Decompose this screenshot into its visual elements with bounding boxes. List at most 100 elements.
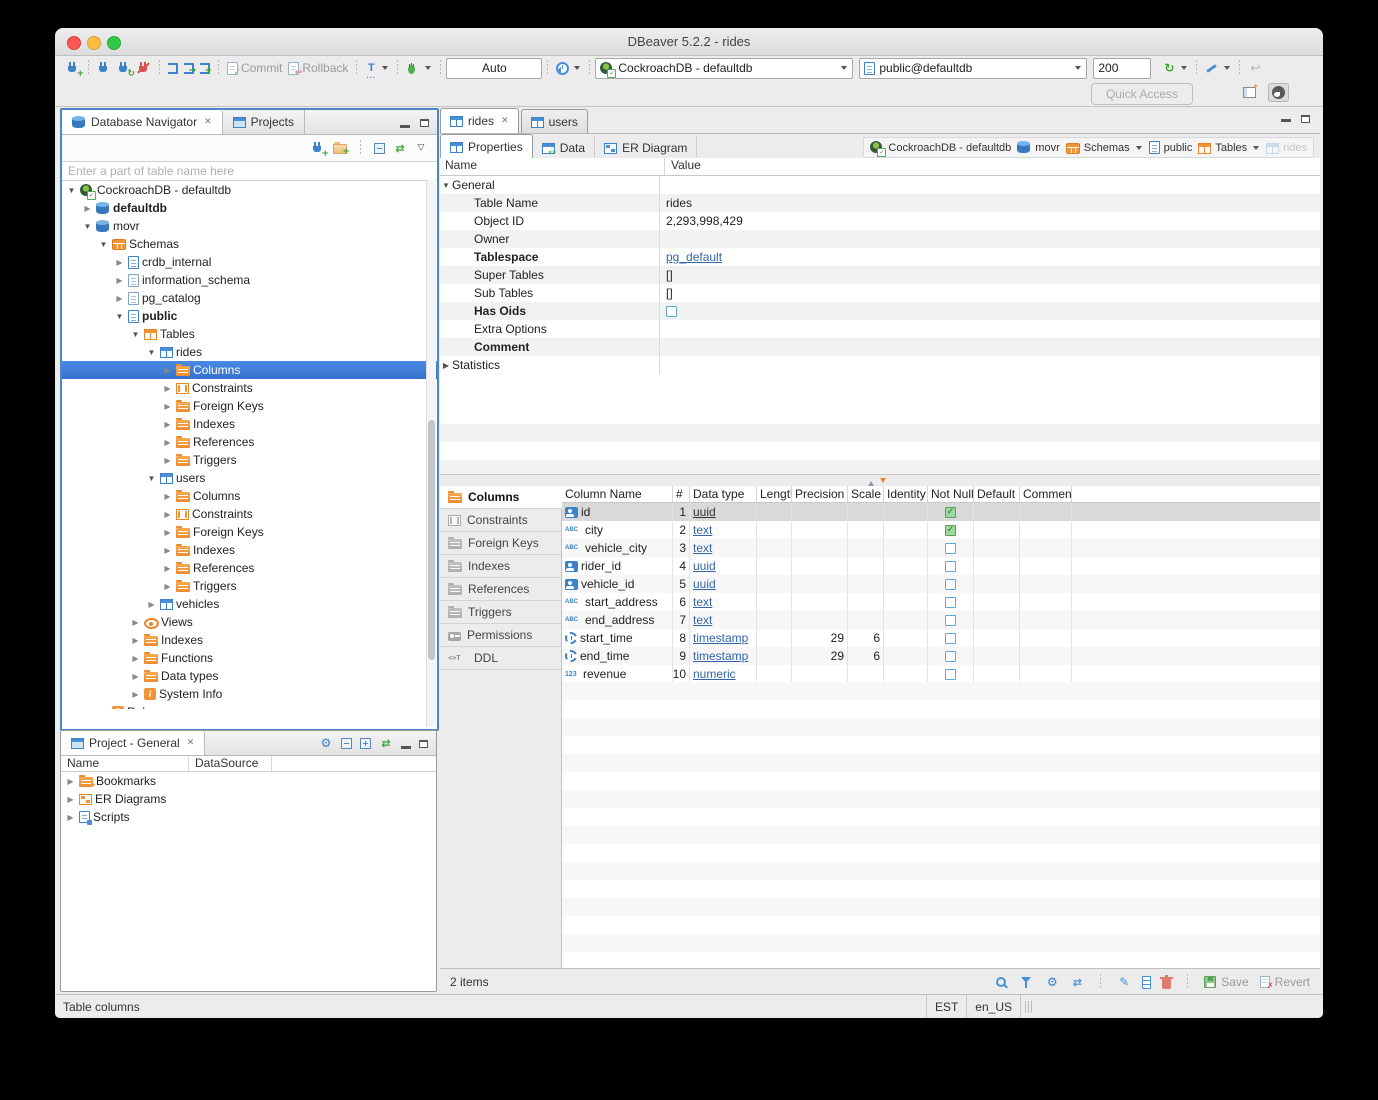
new-folder-icon[interactable]: +: [333, 144, 347, 154]
column-row-id[interactable]: id1uuid✓: [562, 503, 1320, 521]
property-row-general[interactable]: ▼General: [440, 176, 1320, 194]
checkbox-checked-icon[interactable]: ✓: [945, 507, 956, 518]
expand-arrow-icon[interactable]: ▶: [82, 204, 93, 213]
data-type-link[interactable]: uuid: [693, 577, 716, 591]
sync-pages-icon[interactable]: ⇄: [1070, 976, 1084, 989]
tree-item-cockroachdb-defaultdb[interactable]: ▼CockroachDB - defaultdb: [62, 181, 437, 199]
expand-arrow-icon[interactable]: ▶: [130, 654, 141, 663]
column-row-vehicle-city[interactable]: ABCvehicle_city3text✓: [562, 539, 1320, 557]
tree-item-pg-catalog[interactable]: ▶pg_catalog: [62, 289, 437, 307]
gear-icon[interactable]: ⚙: [319, 737, 333, 750]
column-row-end-address[interactable]: ABCend_address7text✓: [562, 611, 1320, 629]
expand-all-icon[interactable]: +: [360, 738, 371, 749]
expand-arrow-icon[interactable]: ▶: [65, 813, 76, 822]
property-row-object-id[interactable]: Object ID2,293,998,429: [440, 212, 1320, 230]
tree-item-information-schema[interactable]: ▶information_schema: [62, 271, 437, 289]
datasource-column-header[interactable]: DataSource: [189, 756, 272, 771]
project-item-scripts[interactable]: ▶Scripts: [61, 808, 436, 826]
column-row-city[interactable]: ABCcity2text✓: [562, 521, 1320, 539]
collapse-arrow-icon[interactable]: ▼: [82, 222, 93, 231]
tree-item-roles[interactable]: ▼Roles: [62, 703, 437, 709]
transaction-log-button[interactable]: [553, 60, 584, 77]
subtab-data[interactable]: Data: [533, 136, 595, 159]
maximize-view-icon[interactable]: [420, 119, 429, 127]
property-row-comment[interactable]: Comment: [440, 338, 1320, 356]
minimize-editor-icon[interactable]: [1281, 119, 1291, 122]
checkbox-unchecked-icon[interactable]: ✓: [945, 561, 956, 572]
column-header-scale[interactable]: Scale: [848, 486, 884, 502]
data-type-link[interactable]: text: [693, 595, 712, 609]
link-with-editor-icon[interactable]: ⇄: [379, 737, 393, 750]
tree-item-public[interactable]: ▼public: [62, 307, 437, 325]
expand-arrow-icon[interactable]: ▶: [440, 361, 452, 370]
refresh-button[interactable]: ↻: [1159, 60, 1191, 77]
tree-item-indexes[interactable]: ▶Indexes: [62, 541, 437, 559]
property-row-table-name[interactable]: Table Namerides: [440, 194, 1320, 212]
dropdown-arrow-icon[interactable]: [1136, 146, 1142, 153]
expand-arrow-icon[interactable]: ▶: [162, 582, 173, 591]
expand-arrow-icon[interactable]: ▶: [130, 690, 141, 699]
expand-arrow-icon[interactable]: ▶: [162, 420, 173, 429]
data-type-link[interactable]: text: [693, 541, 712, 555]
commit-button[interactable]: ✓ Commit: [224, 59, 285, 77]
expand-arrow-icon[interactable]: ▶: [130, 636, 141, 645]
object-tab-columns[interactable]: Columns: [440, 486, 562, 509]
column-header-length[interactable]: Length: [757, 486, 792, 502]
tree-item-rides[interactable]: ▼rides: [62, 343, 437, 361]
minimize-view-icon[interactable]: [401, 746, 411, 749]
transaction-mode-button[interactable]: T: [362, 60, 392, 77]
close-icon[interactable]: ✕: [204, 117, 212, 127]
gear-icon[interactable]: ⚙: [1045, 976, 1059, 989]
tree-item-foreign-keys[interactable]: ▶Foreign Keys: [62, 523, 437, 541]
column-row-rider-id[interactable]: rider_id4uuid✓: [562, 557, 1320, 575]
quick-access-button[interactable]: Quick Access: [1091, 83, 1193, 105]
close-icon[interactable]: ✕: [501, 116, 509, 126]
table-filter-input[interactable]: Enter a part of table name here: [62, 162, 437, 181]
tree-item-system-info[interactable]: ▶iSystem Info: [62, 685, 437, 703]
collapse-arrow-icon[interactable]: ▼: [114, 312, 125, 321]
tree-item-constraints[interactable]: ▶Constraints: [62, 379, 437, 397]
property-value[interactable]: []: [660, 266, 1320, 284]
dbeaver-perspective-button[interactable]: [1268, 83, 1289, 102]
project-item-er-diagrams[interactable]: ▶ER Diagrams: [61, 790, 436, 808]
connection-combo[interactable]: CockroachDB - defaultdb: [595, 58, 853, 79]
expand-arrow-icon[interactable]: ▶: [130, 672, 141, 681]
tree-item-functions[interactable]: ▶Functions: [62, 649, 437, 667]
tree-item-movr[interactable]: ▼movr: [62, 217, 437, 235]
collapse-arrow-icon[interactable]: ▼: [146, 348, 157, 357]
expand-arrow-icon[interactable]: ▶: [65, 777, 76, 786]
property-value[interactable]: [660, 338, 1320, 356]
checkbox-unchecked-icon[interactable]: ✓: [666, 306, 677, 317]
tree-item-users[interactable]: ▼users: [62, 469, 437, 487]
column-header-[interactable]: #: [673, 486, 690, 502]
column-header-not-null[interactable]: Not Null: [928, 486, 974, 502]
object-tab-foreign-keys[interactable]: Foreign Keys: [440, 532, 561, 555]
object-tab-constraints[interactable]: Constraints: [440, 509, 561, 532]
tree-item-indexes[interactable]: ▶Indexes: [62, 631, 437, 649]
scrollbar-thumb[interactable]: [428, 420, 435, 660]
tab-project-general[interactable]: Project - General ✕: [61, 731, 205, 755]
collapse-arrow-icon[interactable]: ▼: [146, 474, 157, 483]
fetch-size-input[interactable]: 200: [1093, 58, 1151, 79]
tree-item-data-types[interactable]: ▶Data types: [62, 667, 437, 685]
project-item-bookmarks[interactable]: ▶★Bookmarks: [61, 772, 436, 790]
new-sql-script-button[interactable]: +: [197, 60, 213, 76]
collapse-all-icon[interactable]: −: [374, 143, 385, 154]
sql-editor-button[interactable]: [165, 60, 181, 76]
expand-arrow-icon[interactable]: ▶: [114, 294, 125, 303]
delete-icon[interactable]: [1162, 979, 1171, 989]
value-header[interactable]: Value: [665, 158, 701, 175]
tree-item-triggers[interactable]: ▶Triggers: [62, 451, 437, 469]
column-header-identity[interactable]: Identity: [884, 486, 928, 502]
breadcrumb-item-movr[interactable]: movr: [1017, 141, 1059, 154]
tree-item-references[interactable]: ▶References: [62, 559, 437, 577]
dropdown-arrow-icon[interactable]: [1253, 146, 1259, 153]
search-icon[interactable]: [995, 976, 1009, 989]
expand-arrow-icon[interactable]: ▶: [162, 546, 173, 555]
expand-arrow-icon[interactable]: ▶: [162, 564, 173, 573]
property-value[interactable]: [660, 320, 1320, 338]
tree-item-constraints[interactable]: ▶Constraints: [62, 505, 437, 523]
tree-item-triggers[interactable]: ▶Triggers: [62, 577, 437, 595]
data-type-link[interactable]: timestamp: [693, 649, 748, 663]
expand-arrow-icon[interactable]: ▶: [114, 258, 125, 267]
